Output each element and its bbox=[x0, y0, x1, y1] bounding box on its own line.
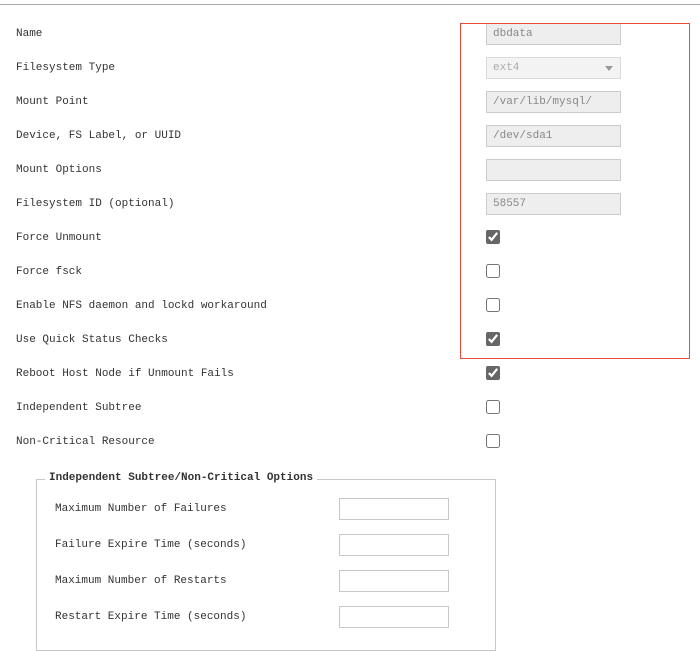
reboot-host-checkbox[interactable] bbox=[486, 366, 500, 380]
device-label: Device, FS Label, or UUID bbox=[16, 130, 486, 142]
max-failures-label: Maximum Number of Failures bbox=[49, 503, 339, 515]
non-critical-checkbox[interactable] bbox=[486, 434, 500, 448]
name-label: Name bbox=[16, 28, 486, 40]
nfs-workaround-checkbox[interactable] bbox=[486, 298, 500, 312]
filesystem-form: Name Filesystem Type ext4 Mount Point De… bbox=[0, 5, 700, 651]
device-input[interactable] bbox=[486, 125, 621, 147]
force-unmount-label: Force Unmount bbox=[16, 232, 486, 244]
fs-id-input[interactable] bbox=[486, 193, 621, 215]
force-fsck-checkbox[interactable] bbox=[486, 264, 500, 278]
subtree-options-group: Independent Subtree/Non-Critical Options… bbox=[36, 479, 496, 651]
max-restarts-input[interactable] bbox=[339, 570, 449, 592]
subtree-options-title: Independent Subtree/Non-Critical Options bbox=[45, 472, 317, 484]
max-failures-input[interactable] bbox=[339, 498, 449, 520]
fs-id-label: Filesystem ID (optional) bbox=[16, 198, 486, 210]
quick-status-label: Use Quick Status Checks bbox=[16, 334, 486, 346]
mount-point-input[interactable] bbox=[486, 91, 621, 113]
independent-subtree-checkbox[interactable] bbox=[486, 400, 500, 414]
name-input[interactable] bbox=[486, 23, 621, 45]
mount-options-label: Mount Options bbox=[16, 164, 486, 176]
independent-subtree-label: Independent Subtree bbox=[16, 402, 486, 414]
non-critical-label: Non-Critical Resource bbox=[16, 436, 486, 448]
fs-type-label: Filesystem Type bbox=[16, 62, 486, 74]
restart-expire-label: Restart Expire Time (seconds) bbox=[49, 611, 339, 623]
reboot-host-label: Reboot Host Node if Unmount Fails bbox=[16, 368, 486, 380]
force-unmount-checkbox[interactable] bbox=[486, 230, 500, 244]
mount-point-label: Mount Point bbox=[16, 96, 486, 108]
force-fsck-label: Force fsck bbox=[16, 266, 486, 278]
failure-expire-input[interactable] bbox=[339, 534, 449, 556]
quick-status-checkbox[interactable] bbox=[486, 332, 500, 346]
nfs-workaround-label: Enable NFS daemon and lockd workaround bbox=[16, 300, 486, 312]
mount-options-input[interactable] bbox=[486, 159, 621, 181]
failure-expire-label: Failure Expire Time (seconds) bbox=[49, 539, 339, 551]
fs-type-select[interactable]: ext4 bbox=[486, 57, 621, 79]
max-restarts-label: Maximum Number of Restarts bbox=[49, 575, 339, 587]
restart-expire-input[interactable] bbox=[339, 606, 449, 628]
